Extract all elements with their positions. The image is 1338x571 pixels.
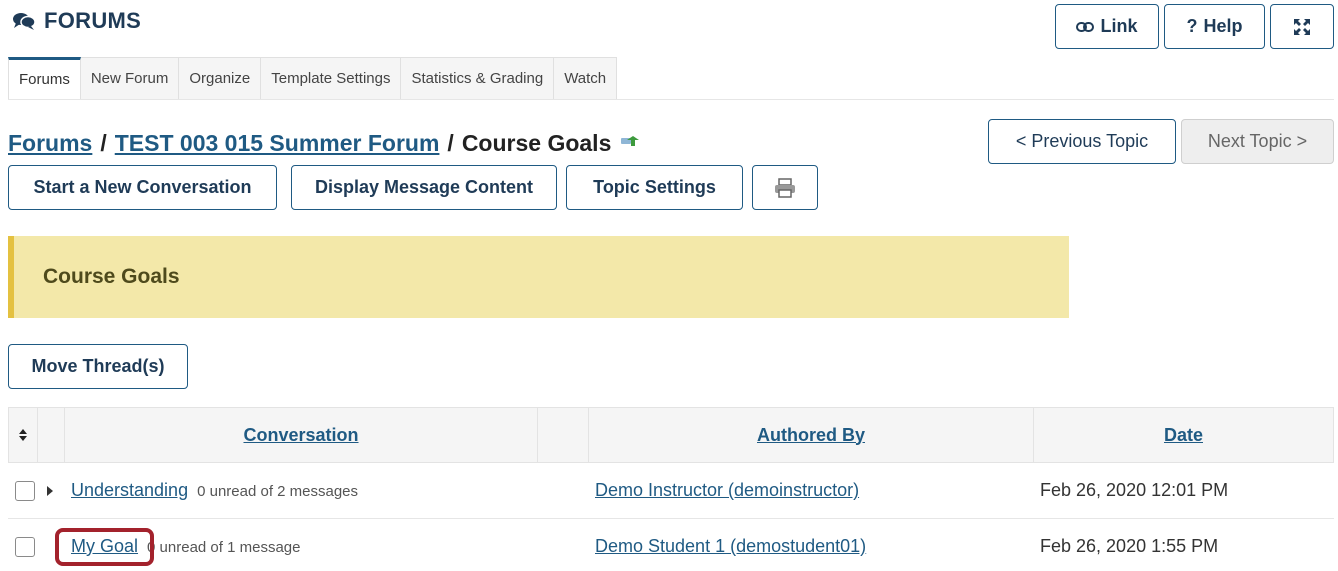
conversation-sort-link[interactable]: Conversation — [243, 425, 358, 446]
author-link[interactable]: Demo Instructor (demoinstructor) — [595, 480, 859, 501]
tab-watch[interactable]: Watch — [554, 57, 618, 100]
topic-settings-button[interactable]: Topic Settings — [566, 165, 743, 210]
conversation-cell: Understanding 0 unread of 2 messages — [71, 480, 358, 501]
start-conversation-button[interactable]: Start a New Conversation — [8, 165, 277, 210]
display-message-content-button[interactable]: Display Message Content — [291, 165, 557, 210]
breadcrumb-separator: / — [447, 130, 454, 156]
fullscreen-button[interactable] — [1270, 4, 1334, 49]
conversation-cell: My Goal 0 unread of 1 message — [71, 536, 300, 557]
conversation-link[interactable]: My Goal — [71, 536, 138, 557]
tab-bar: Forums New Forum Organize Template Setti… — [8, 57, 618, 100]
tab-organize[interactable]: Organize — [179, 57, 262, 100]
row-checkbox[interactable] — [15, 536, 35, 557]
unread-count: 0 unread of 2 messages — [197, 483, 359, 500]
breadcrumb-forums-link[interactable]: Forums — [8, 130, 92, 157]
expand-arrow-icon[interactable] — [47, 485, 53, 496]
link-icon — [1076, 21, 1095, 32]
sort-column[interactable] — [9, 408, 38, 462]
table-row: Understanding 0 unread of 2 messages Dem… — [8, 463, 1334, 519]
help-label: Help — [1203, 16, 1243, 36]
help-icon: ? — [1186, 16, 1198, 36]
conversation-column: Conversation — [65, 408, 538, 462]
table-row: My Goal 0 unread of 1 message Demo Stude… — [8, 519, 1334, 571]
conversation-link[interactable]: Understanding — [71, 480, 188, 501]
topic-banner-title: Course Goals — [43, 265, 180, 288]
authored-by-column: Authored By — [589, 408, 1034, 462]
page-header: FORUMS — [12, 8, 141, 34]
table-header: Conversation Authored By Date — [8, 407, 1334, 463]
tab-statistics-grading[interactable]: Statistics & Grading — [401, 57, 555, 100]
authored-by-sort-link[interactable]: Authored By — [757, 425, 865, 446]
date-column: Date — [1034, 408, 1333, 462]
sort-icon — [19, 429, 27, 441]
print-icon — [775, 177, 795, 198]
previous-topic-button[interactable]: < Previous Topic — [988, 119, 1176, 164]
comments-icon — [13, 13, 36, 30]
author-link[interactable]: Demo Student 1 (demostudent01) — [595, 536, 866, 557]
tab-template-settings[interactable]: Template Settings — [261, 57, 402, 100]
breadcrumb: Forums / TEST 003 015 Summer Forum / Cou… — [8, 130, 641, 157]
link-button[interactable]: Link — [1055, 4, 1159, 49]
spacer-column — [538, 408, 589, 462]
move-threads-button[interactable]: Move Thread(s) — [8, 344, 188, 389]
date-cell: Feb 26, 2020 12:01 PM — [1040, 480, 1229, 500]
topic-banner: Course Goals — [8, 236, 1069, 318]
tab-divider — [8, 99, 1334, 100]
conversation-table: Conversation Authored By Date Understand… — [8, 407, 1334, 571]
row-checkbox[interactable] — [15, 480, 35, 501]
next-topic-button: Next Topic > — [1181, 119, 1334, 164]
breadcrumb-forum-link[interactable]: TEST 003 015 Summer Forum — [115, 130, 440, 157]
topic-status-icon — [621, 135, 640, 146]
date-sort-link[interactable]: Date — [1164, 425, 1203, 446]
link-label: Link — [1100, 16, 1138, 36]
tab-new-forum[interactable]: New Forum — [80, 57, 180, 100]
breadcrumb-topic: Course Goals — [461, 130, 612, 156]
page-title: FORUMS — [44, 8, 142, 33]
help-button[interactable]: ? Help — [1164, 4, 1265, 49]
breadcrumb-separator: / — [100, 130, 107, 156]
tab-forums[interactable]: Forums — [8, 57, 81, 100]
print-button[interactable] — [752, 165, 818, 210]
expand-icon — [1294, 18, 1310, 35]
expand-column — [38, 408, 65, 462]
unread-count: 0 unread of 1 message — [147, 539, 301, 556]
date-cell: Feb 26, 2020 1:55 PM — [1040, 536, 1219, 556]
